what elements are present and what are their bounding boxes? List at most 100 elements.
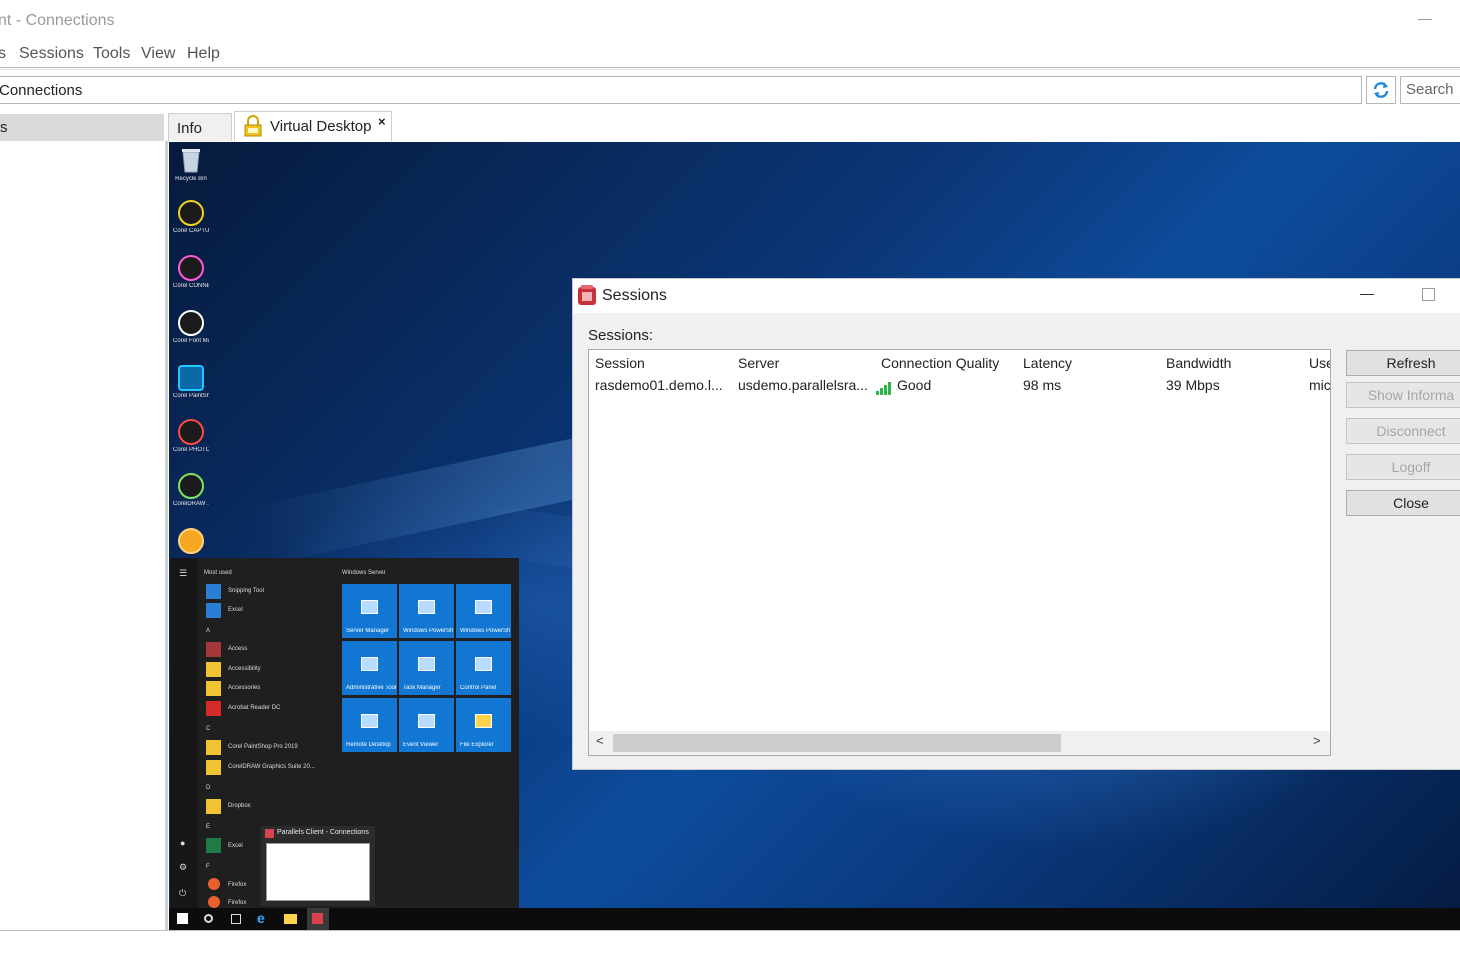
corel-app-icon: [178, 528, 204, 554]
tile-label: Windows PowerShell ISE: [460, 628, 510, 634]
folder-icon: [206, 799, 221, 814]
menu-item-connections[interactable]: s: [0, 45, 6, 63]
column-header-connection-quality[interactable]: Connection Quality: [881, 355, 999, 371]
folder-icon: [475, 714, 492, 728]
disconnect-button[interactable]: Disconnect: [1346, 418, 1460, 444]
column-header-server[interactable]: Server: [738, 355, 779, 371]
tile-powershell-ise[interactable]: Windows PowerShell ISE: [456, 584, 511, 638]
start-item-access[interactable]: Access: [228, 646, 247, 652]
column-header-bandwidth[interactable]: Bandwidth: [1166, 355, 1231, 371]
tile-task-manager[interactable]: Task Manager: [399, 641, 454, 695]
start-item-snipping-tool[interactable]: Snipping Tool: [228, 588, 264, 594]
sessions-label: Sessions:: [588, 327, 654, 344]
desktop-icon-corel-app[interactable]: [173, 528, 209, 556]
sessions-list[interactable]: Session Server Connection Quality Latenc…: [588, 349, 1331, 756]
file-explorer-icon[interactable]: [284, 914, 297, 924]
tile-administrative-tools[interactable]: Administrative Tools: [342, 641, 397, 695]
group-letter-a: A: [206, 628, 211, 634]
powershell-ise-icon: [475, 600, 492, 614]
minimize-button[interactable]: [1418, 19, 1432, 20]
dialog-maximize-button[interactable]: [1422, 288, 1435, 301]
refresh-address-button[interactable]: [1366, 76, 1396, 104]
table-row[interactable]: rasdemo01.demo.l... usdemo.parallelsra..…: [589, 375, 1330, 397]
desktop-icon-coreldraw[interactable]: CorelDRAW ...: [173, 473, 209, 508]
tab-virtual-desktop[interactable]: Virtual Desktop ×: [234, 111, 392, 141]
scroll-left-arrow[interactable]: <: [596, 733, 604, 748]
start-item-firefox-2[interactable]: Firefox: [228, 900, 246, 906]
desktop-icon-recycle-bin[interactable]: Recycle Bin: [173, 146, 209, 183]
menu-divider-shadow: [0, 69, 1460, 70]
dialog-titlebar: Sessions: [573, 279, 1460, 313]
start-item-dropbox[interactable]: Dropbox: [228, 803, 251, 809]
menu-bar: s Sessions Tools View Help: [0, 42, 1460, 68]
sidebar-item-label: s: [0, 119, 8, 136]
thumbnail-caption: Parallels Client - Connections: [277, 829, 369, 836]
desktop-icon-corel-paintshop[interactable]: Corel PaintSh...: [173, 365, 209, 400]
address-field[interactable]: Connections: [0, 76, 1362, 104]
snipping-tool-icon: [206, 584, 221, 599]
sidebar-item-connections[interactable]: s: [0, 114, 164, 141]
column-header-user[interactable]: Use: [1309, 355, 1330, 371]
tab-close-button[interactable]: ×: [378, 114, 386, 129]
tab-info[interactable]: Info: [168, 113, 232, 141]
refresh-button[interactable]: Refresh: [1346, 350, 1460, 376]
start-item-acrobat[interactable]: Acrobat Reader DC: [228, 705, 280, 711]
menu-item-tools[interactable]: Tools: [93, 45, 130, 63]
show-information-button[interactable]: Show Informa: [1346, 382, 1460, 408]
tile-file-explorer[interactable]: File Explorer: [456, 698, 511, 752]
start-item-excel-e[interactable]: Excel: [228, 843, 243, 849]
corel-capture-icon: [178, 200, 204, 226]
desktop-icon-label: CorelDRAW ...: [173, 501, 209, 507]
tile-server-manager[interactable]: Server Manager: [342, 584, 397, 638]
start-item-corel-paintshop[interactable]: Corel PaintShop Pro 2019: [228, 744, 298, 750]
dialog-minimize-button[interactable]: [1360, 294, 1374, 295]
control-panel-icon: [475, 657, 492, 671]
tile-powershell[interactable]: Windows PowerShell: [399, 584, 454, 638]
desktop-icon-label: Corel CAPTURE...: [173, 228, 209, 234]
start-menu-rail: [170, 558, 198, 908]
search-input[interactable]: Search: [1400, 76, 1460, 104]
firefox-icon: [208, 878, 220, 890]
task-view-icon[interactable]: [231, 914, 241, 924]
start-item-excel[interactable]: Excel: [228, 607, 243, 613]
tile-control-panel[interactable]: Control Panel: [456, 641, 511, 695]
edge-icon[interactable]: e: [257, 910, 271, 926]
column-header-session[interactable]: Session: [595, 355, 645, 371]
desktop-icon-corel-capture[interactable]: Corel CAPTURE...: [173, 200, 209, 235]
windows-start-icon[interactable]: [177, 913, 188, 924]
tile-remote-desktop[interactable]: Remote Desktop: [342, 698, 397, 752]
desktop-icon-corel-font-manager[interactable]: Corel Font Manager 2...: [173, 310, 209, 345]
menu-item-view[interactable]: View: [141, 45, 175, 63]
horizontal-scrollbar[interactable]: < >: [589, 731, 1330, 755]
scroll-right-arrow[interactable]: >: [1313, 733, 1321, 748]
search-icon[interactable]: [204, 914, 213, 923]
tile-label: File Explorer: [460, 742, 494, 748]
parallels-client-icon: [265, 829, 274, 838]
tile-event-viewer[interactable]: Event Viewer: [399, 698, 454, 752]
window-title: nt - Connections: [0, 12, 115, 29]
cell-server: usdemo.parallelsra...: [738, 377, 868, 393]
corel-photo-paint-icon: [178, 419, 204, 445]
scrollbar-thumb[interactable]: [613, 734, 1061, 752]
user-icon[interactable]: ●: [180, 838, 185, 848]
hamburger-icon[interactable]: ☰: [179, 568, 187, 579]
start-item-accessibility[interactable]: Accessibility: [228, 666, 261, 672]
column-header-latency[interactable]: Latency: [1023, 355, 1072, 371]
sidebar-divider: [165, 141, 168, 931]
logoff-button[interactable]: Logoff: [1346, 454, 1460, 480]
folder-icon: [206, 662, 221, 677]
taskbar-thumbnail-preview[interactable]: Parallels Client - Connections: [261, 826, 375, 906]
start-item-accessories[interactable]: Accessories: [228, 685, 260, 691]
close-button[interactable]: Close: [1346, 490, 1460, 516]
firefox-icon: [208, 896, 220, 908]
desktop-icon-corel-connect[interactable]: Corel CONNECT...: [173, 255, 209, 290]
power-icon[interactable]: ⏻: [179, 888, 186, 899]
settings-gear-icon[interactable]: ⚙: [179, 862, 187, 873]
start-item-coreldraw-suite[interactable]: CorelDRAW Graphics Suite 20...: [228, 764, 315, 770]
menu-item-sessions[interactable]: Sessions: [19, 45, 84, 63]
taskbar-parallels-client[interactable]: [307, 908, 329, 930]
start-item-firefox[interactable]: Firefox: [228, 882, 246, 888]
tile-label: Server Manager: [346, 628, 390, 634]
menu-item-help[interactable]: Help: [187, 45, 220, 63]
desktop-icon-corel-photo-paint[interactable]: Corel PHOTO-PA...: [173, 419, 209, 454]
